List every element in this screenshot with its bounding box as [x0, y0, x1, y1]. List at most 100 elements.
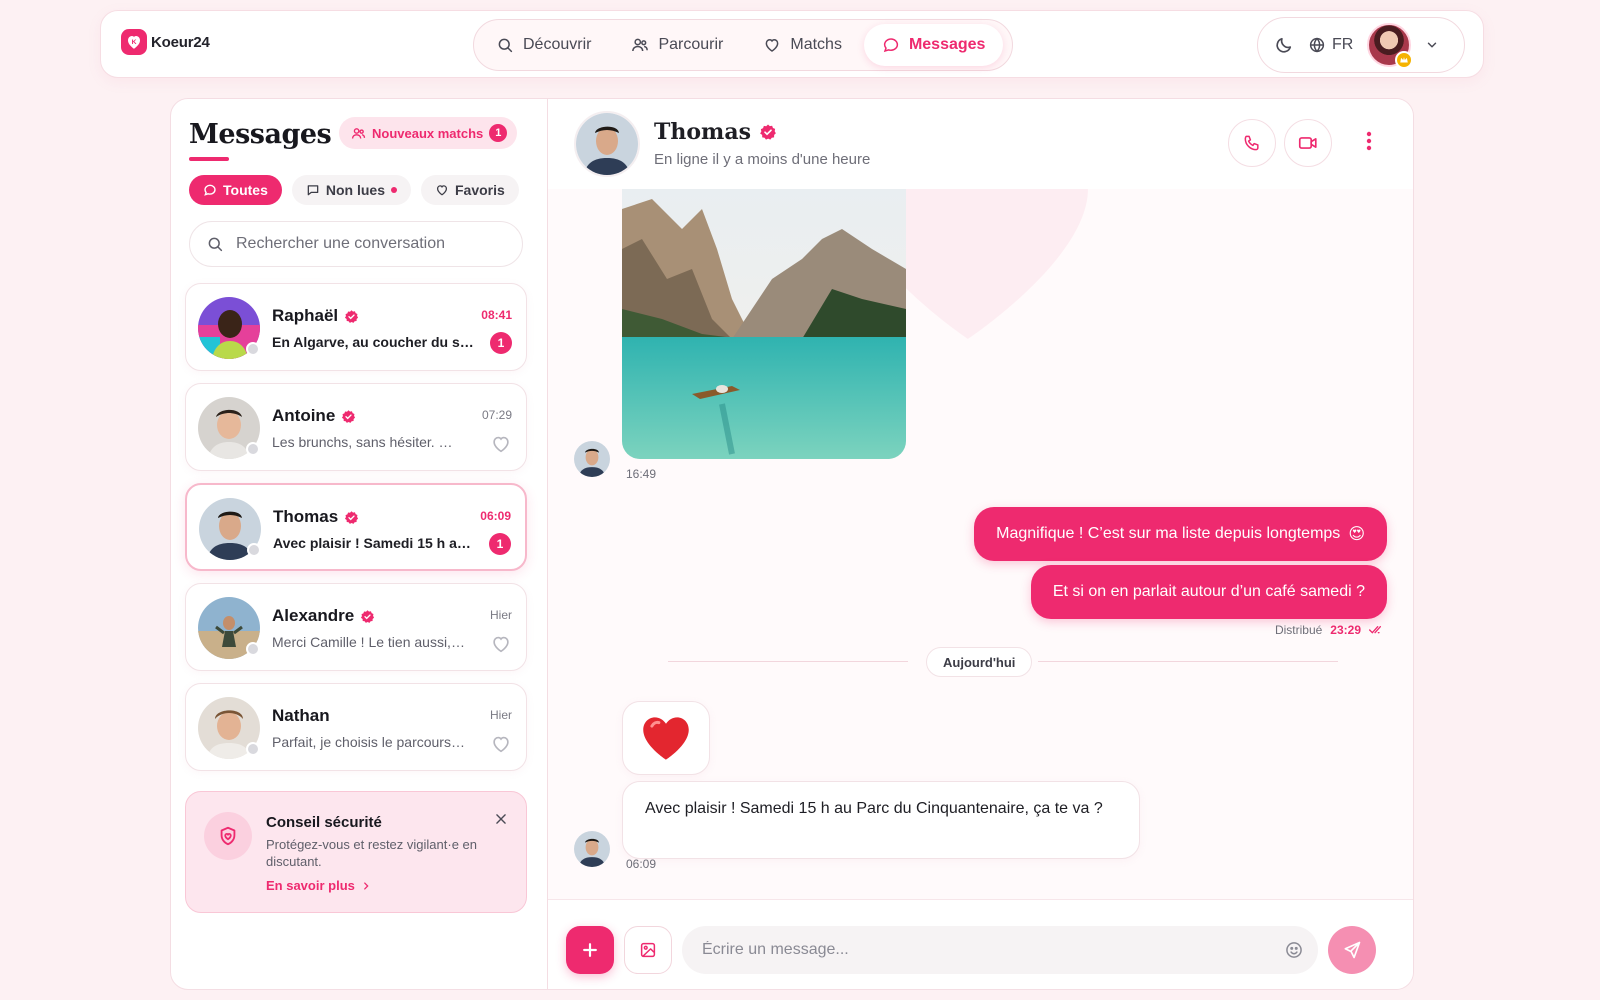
chevron-down-icon[interactable]	[1425, 38, 1439, 52]
sidebar-title: Messages	[189, 119, 332, 150]
video-camera-icon	[1297, 132, 1319, 154]
message-timestamp: 06:09	[626, 857, 657, 871]
search-icon	[206, 235, 224, 253]
incoming-emoji-message[interactable]	[622, 701, 710, 775]
contact-name: Raphaël	[272, 306, 359, 326]
conversation-search[interactable]: Rechercher une conversation	[189, 221, 523, 267]
new-matches-button[interactable]: Nouveaux matchs 1	[339, 117, 518, 149]
filter-label: Favoris	[454, 182, 505, 198]
tip-text: Protégez-vous et restez vigilant·e en di…	[266, 837, 477, 869]
search-icon	[496, 36, 514, 54]
shared-photo-lake[interactable]	[622, 189, 906, 459]
users-icon	[351, 126, 366, 141]
message-time: Hier	[489, 708, 512, 722]
phone-icon	[1242, 133, 1262, 153]
contact-name: Nathan	[272, 706, 330, 725]
day-divider-label: Aujourd'hui	[926, 647, 1033, 677]
chat-icon	[203, 183, 217, 197]
message-time: Hier	[489, 608, 512, 622]
language-selector[interactable]: FR	[1308, 36, 1353, 54]
moon-icon[interactable]	[1274, 35, 1294, 55]
message-preview: Les brunchs, sans hésiter. …	[272, 434, 453, 450]
shield-heart-icon	[204, 812, 252, 860]
send-message-button[interactable]	[1328, 926, 1376, 974]
favorite-heart-icon[interactable]	[490, 433, 512, 455]
message-preview: En Algarve, au coucher du soleil…	[272, 334, 477, 350]
message-time: 07:29	[481, 408, 512, 422]
svg-text:K: K	[132, 39, 137, 46]
offline-status-dot	[246, 742, 260, 756]
offline-status-dot	[246, 342, 260, 356]
user-avatar[interactable]	[1367, 23, 1414, 69]
conversation-item-nathan[interactable]: Nathan Parfait, je choisis le parcours… …	[185, 683, 527, 771]
safety-tip-card: Conseil sécurité Protégez-vous et restez…	[185, 791, 527, 913]
unread-indicator-dot	[390, 187, 397, 193]
contact-avatar[interactable]	[574, 111, 640, 177]
message-composer	[548, 899, 1413, 989]
message-preview: Parfait, je choisis le parcours…	[272, 734, 465, 750]
logo-text: Koeur24	[151, 33, 210, 51]
search-placeholder: Rechercher une conversation	[236, 235, 446, 252]
nav-item-browse[interactable]: Parcourir	[613, 24, 741, 66]
conversation-sidebar: Messages Nouveaux matchs 1 Toutes Non lu…	[170, 98, 548, 990]
plus-icon	[580, 940, 600, 960]
conversation-item-antoine[interactable]: Antoine Les brunchs, sans hésiter. … 07:…	[185, 383, 527, 471]
nav-item-label: Messages	[908, 36, 986, 53]
message-input[interactable]	[682, 926, 1318, 974]
message-preview: Avec plaisir ! Samedi 15 h au Parc…	[273, 535, 478, 551]
app-logo[interactable]: K Koeur24	[121, 29, 210, 55]
chat-panel: Thomas En ligne il y a moins d'une heure	[548, 98, 1414, 990]
message-time: 06:09	[480, 509, 511, 523]
message-square-icon	[306, 183, 320, 197]
filter-unread[interactable]: Non lues	[291, 175, 411, 205]
outgoing-message[interactable]: Magnifique ! C’est sur ma liste depuis l…	[974, 507, 1387, 561]
title-underline	[189, 157, 229, 161]
add-attachment-button[interactable]	[566, 926, 614, 974]
new-matches-label: Nouveaux matchs	[372, 125, 484, 141]
sender-avatar	[574, 441, 610, 477]
nav-item-messages[interactable]: Messages	[863, 24, 1004, 66]
incoming-message[interactable]: Avec plaisir ! Samedi 15 h au Parc du Ci…	[622, 781, 1140, 859]
filter-label: Non lues	[325, 182, 385, 198]
more-options-icon[interactable]	[1366, 131, 1372, 151]
language-label: FR	[1332, 36, 1354, 53]
favorite-heart-icon[interactable]	[490, 733, 512, 755]
video-call-button[interactable]	[1284, 119, 1332, 167]
nav-item-discover[interactable]: Découvrir	[478, 24, 609, 66]
verified-badge-icon	[341, 409, 356, 424]
chevron-right-icon	[361, 881, 371, 891]
crown-icon	[1395, 51, 1414, 69]
verified-badge-icon	[759, 123, 777, 141]
learn-more-link[interactable]: En savoir plus	[266, 878, 371, 893]
contact-name: Thomas	[273, 507, 359, 527]
send-image-button[interactable]	[624, 926, 672, 974]
nav-item-label: Matchs	[790, 36, 842, 53]
heart-icon	[435, 183, 449, 197]
filter-label: Toutes	[223, 182, 268, 198]
filter-all[interactable]: Toutes	[189, 175, 282, 205]
offline-status-dot	[246, 642, 260, 656]
new-matches-count: 1	[489, 124, 508, 142]
heart-eyes-emoji: 😍	[1348, 526, 1365, 543]
users-icon	[631, 36, 649, 54]
double-check-icon	[1369, 624, 1385, 636]
emoji-smile-icon[interactable]	[1284, 940, 1304, 960]
conversation-item-alexandre[interactable]: Alexandre Merci Camille ! Le tien aussi,…	[185, 583, 527, 671]
nav-item-matches[interactable]: Matchs	[745, 24, 860, 66]
day-divider-line	[1038, 661, 1338, 662]
close-icon[interactable]	[494, 812, 508, 826]
outgoing-message[interactable]: Et si on en parlait autour d’un café sam…	[1030, 565, 1387, 619]
conversation-item-thomas[interactable]: Thomas Avec plaisir ! Samedi 15 h au Par…	[185, 483, 527, 571]
nav-item-label: Parcourir	[658, 36, 724, 53]
favorite-heart-icon[interactable]	[490, 633, 512, 655]
tip-title: Conseil sécurité	[266, 814, 382, 831]
main-nav: Découvrir Parcourir Matchs Messages	[473, 19, 1013, 71]
delivery-status: Distribué 23:29	[1275, 623, 1385, 637]
chat-header: Thomas En ligne il y a moins d'une heure	[548, 99, 1413, 189]
verified-badge-icon	[344, 309, 359, 324]
top-navigation-bar: K Koeur24 Découvrir Parcourir Matchs Mes…	[100, 10, 1484, 78]
filter-favorites[interactable]: Favoris	[420, 175, 519, 205]
conversation-filters: Toutes Non lues Favoris	[189, 175, 519, 205]
voice-call-button[interactable]	[1228, 119, 1276, 167]
conversation-item-raphael[interactable]: Raphaël En Algarve, au coucher du soleil…	[185, 283, 527, 371]
